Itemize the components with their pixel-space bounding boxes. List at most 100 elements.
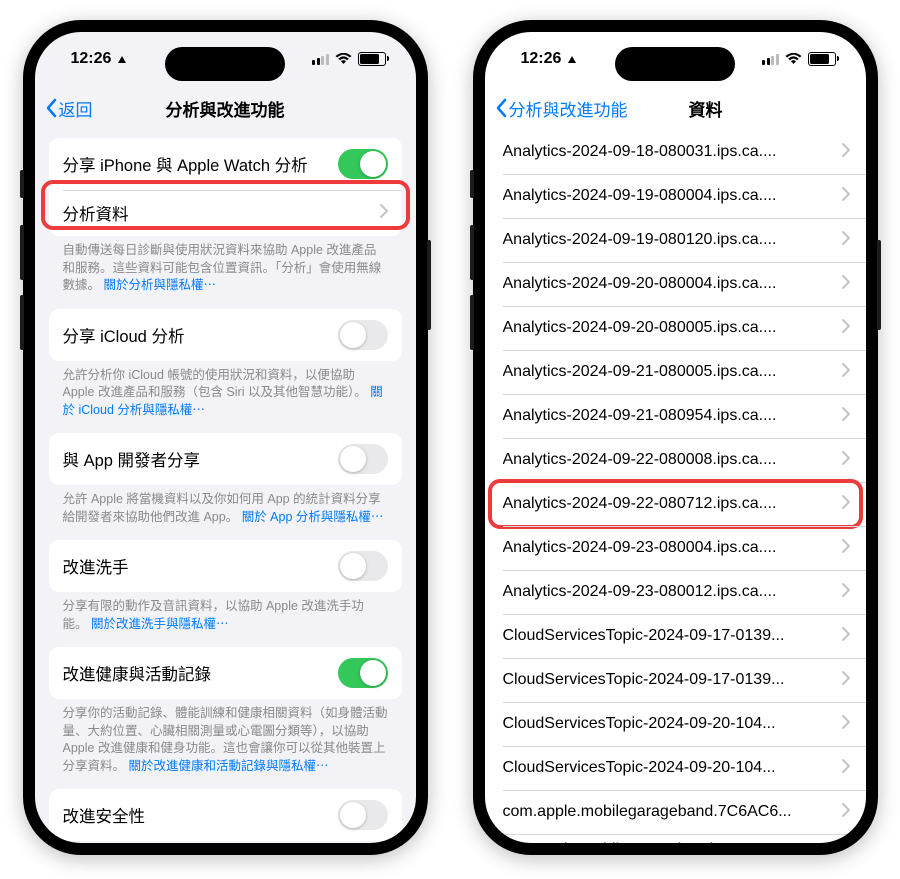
file-name: Analytics-2024-09-19-080120.ips.ca.... <box>503 231 777 249</box>
file-name: Analytics-2024-09-23-080004.ips.ca.... <box>503 539 777 557</box>
analytics-file-row[interactable]: Analytics-2024-09-19-080004.ips.ca.... <box>485 174 866 218</box>
nav-bar: 返回 分析與改進功能 <box>35 86 416 130</box>
status-time: 12:26 <box>71 50 112 68</box>
chevron-left-icon <box>495 98 507 118</box>
row-label: 改進健康與活動記錄 <box>63 661 212 685</box>
chevron-right-icon <box>842 363 850 382</box>
nav-bar: 分析與改進功能 資料 <box>485 86 866 130</box>
row-improve-safety[interactable]: 改進安全性 <box>49 789 402 841</box>
back-button[interactable]: 返回 <box>45 96 93 121</box>
file-name: Analytics-2024-09-22-080712.ips.ca.... <box>503 495 777 513</box>
file-name: Analytics-2024-09-18-080031.ips.ca.... <box>503 143 777 161</box>
analytics-file-row[interactable]: Analytics-2024-09-21-080005.ips.ca.... <box>485 350 866 394</box>
analytics-file-row[interactable]: CloudServicesTopic-2024-09-17-0139... <box>485 658 866 702</box>
cellular-signal-icon <box>312 54 329 65</box>
screen-left: 12:26 返回 分析與改進功能 <box>35 32 416 843</box>
chevron-right-icon <box>842 803 850 822</box>
file-name: CloudServicesTopic-2024-09-17-0139... <box>503 627 785 645</box>
analytics-file-row[interactable]: CloudServicesTopic-2024-09-20-104... <box>485 702 866 746</box>
link-handwash-privacy[interactable]: 關於改進洗手與隱私權⋯ <box>91 617 229 631</box>
volume-up <box>20 225 24 280</box>
cellular-signal-icon <box>762 54 779 65</box>
file-name: Analytics-2024-09-19-080004.ips.ca.... <box>503 187 777 205</box>
location-arrow-icon <box>568 56 576 63</box>
row-label: 與 App 開發者分享 <box>63 447 201 471</box>
analytics-file-row[interactable]: Analytics-2024-09-21-080954.ips.ca.... <box>485 394 866 438</box>
page-title: 資料 <box>688 96 722 121</box>
iphone-frame-right: 12:26 分析與改進功能 資料 Analytics-2024-0 <box>473 20 878 855</box>
analytics-file-row[interactable]: com.apple.mobilegarageband.7C6AC6... <box>485 790 866 834</box>
chevron-right-icon <box>842 231 850 250</box>
chevron-right-icon <box>842 671 850 690</box>
analytics-file-row[interactable]: Analytics-2024-09-22-080712.ips.ca.... <box>485 482 866 526</box>
analytics-file-row[interactable]: Analytics-2024-09-23-080004.ips.ca.... <box>485 526 866 570</box>
volume-down <box>470 295 474 350</box>
footnote-3: 允許 Apple 將當機資料以及你如何用 App 的統計資料分享給開發者來協助他… <box>35 485 416 540</box>
analytics-file-row[interactable]: Analytics-2024-09-22-080008.ips.ca.... <box>485 438 866 482</box>
mute-switch <box>20 170 24 198</box>
file-name: Analytics-2024-09-22-080008.ips.ca.... <box>503 451 777 469</box>
row-share-with-developers[interactable]: 與 App 開發者分享 <box>49 433 402 485</box>
settings-content[interactable]: 分享 iPhone 與 Apple Watch 分析 分析資料 自動傳送每日診斷… <box>35 130 416 843</box>
chevron-right-icon <box>842 627 850 646</box>
volume-down <box>20 295 24 350</box>
row-label: 分析資料 <box>63 201 129 225</box>
chevron-right-icon <box>842 759 850 778</box>
row-label: 改進洗手 <box>63 554 129 578</box>
analytics-file-list[interactable]: Analytics-2024-09-18-080031.ips.ca.... An… <box>485 130 866 843</box>
dynamic-island <box>615 47 735 81</box>
analytics-file-row[interactable]: com.apple.mobilegarageband.A45EFE... <box>485 834 866 843</box>
row-share-iphone-analytics[interactable]: 分享 iPhone 與 Apple Watch 分析 <box>49 138 402 190</box>
volume-up <box>470 225 474 280</box>
dynamic-island <box>165 47 285 81</box>
chevron-right-icon <box>380 204 388 223</box>
file-name: Analytics-2024-09-21-080005.ips.ca.... <box>503 363 777 381</box>
file-name: CloudServicesTopic-2024-09-20-104... <box>503 715 776 733</box>
row-improve-health[interactable]: 改進健康與活動記錄 <box>49 647 402 699</box>
toggle-improve-safety[interactable] <box>338 800 388 830</box>
back-label: 分析與改進功能 <box>509 96 628 121</box>
analytics-file-row[interactable]: Analytics-2024-09-20-080004.ips.ca.... <box>485 262 866 306</box>
row-share-icloud-analytics[interactable]: 分享 iCloud 分析 <box>49 309 402 361</box>
battery-icon <box>358 52 386 66</box>
back-button[interactable]: 分析與改進功能 <box>495 96 628 121</box>
chevron-right-icon <box>842 715 850 734</box>
chevron-right-icon <box>842 583 850 602</box>
iphone-frame-left: 12:26 返回 分析與改進功能 <box>23 20 428 855</box>
footnote-5: 分享你的活動記錄、體能訓練和健康相關資料（如身體活動量、大約位置、心臟相關測量或… <box>35 699 416 789</box>
location-arrow-icon <box>118 56 126 63</box>
screen-right: 12:26 分析與改進功能 資料 Analytics-2024-0 <box>485 32 866 843</box>
analytics-file-row[interactable]: Analytics-2024-09-23-080012.ips.ca.... <box>485 570 866 614</box>
analytics-file-row[interactable]: Analytics-2024-09-18-080031.ips.ca.... <box>485 130 866 174</box>
file-name: CloudServicesTopic-2024-09-20-104... <box>503 759 776 777</box>
row-analytics-data[interactable]: 分析資料 <box>49 190 402 236</box>
file-name: com.apple.mobilegarageband.7C6AC6... <box>503 803 792 821</box>
row-improve-handwash[interactable]: 改進洗手 <box>49 540 402 592</box>
toggle-share-dev[interactable] <box>338 444 388 474</box>
analytics-file-row[interactable]: CloudServicesTopic-2024-09-20-104... <box>485 746 866 790</box>
row-label: 改進安全性 <box>63 803 146 827</box>
file-name: Analytics-2024-09-23-080012.ips.ca.... <box>503 583 777 601</box>
link-app-privacy[interactable]: 關於 App 分析與隱私權⋯ <box>242 510 384 524</box>
chevron-right-icon <box>842 143 850 162</box>
toggle-share-icloud[interactable] <box>338 320 388 350</box>
file-name: Analytics-2024-09-20-080005.ips.ca.... <box>503 319 777 337</box>
chevron-right-icon <box>842 539 850 558</box>
mute-switch <box>470 170 474 198</box>
chevron-right-icon <box>842 495 850 514</box>
toggle-improve-health[interactable] <box>338 658 388 688</box>
analytics-file-row[interactable]: Analytics-2024-09-20-080005.ips.ca.... <box>485 306 866 350</box>
toggle-share-iphone[interactable] <box>338 149 388 179</box>
row-label: 分享 iCloud 分析 <box>63 323 185 347</box>
chevron-right-icon <box>842 840 850 843</box>
analytics-file-row[interactable]: Analytics-2024-09-19-080120.ips.ca.... <box>485 218 866 262</box>
power-button <box>427 240 431 330</box>
link-analytics-privacy[interactable]: 關於分析與隱私權⋯ <box>104 278 217 292</box>
toggle-improve-handwash[interactable] <box>338 551 388 581</box>
chevron-right-icon <box>842 319 850 338</box>
footnote-2: 允許分析你 iCloud 帳號的使用狀況和資料，以便協助 Apple 改進產品和… <box>35 361 416 434</box>
link-health-privacy[interactable]: 關於改進健康和活動記錄與隱私權⋯ <box>129 759 329 773</box>
file-name: Analytics-2024-09-21-080954.ips.ca.... <box>503 407 777 425</box>
chevron-right-icon <box>842 187 850 206</box>
analytics-file-row[interactable]: CloudServicesTopic-2024-09-17-0139... <box>485 614 866 658</box>
